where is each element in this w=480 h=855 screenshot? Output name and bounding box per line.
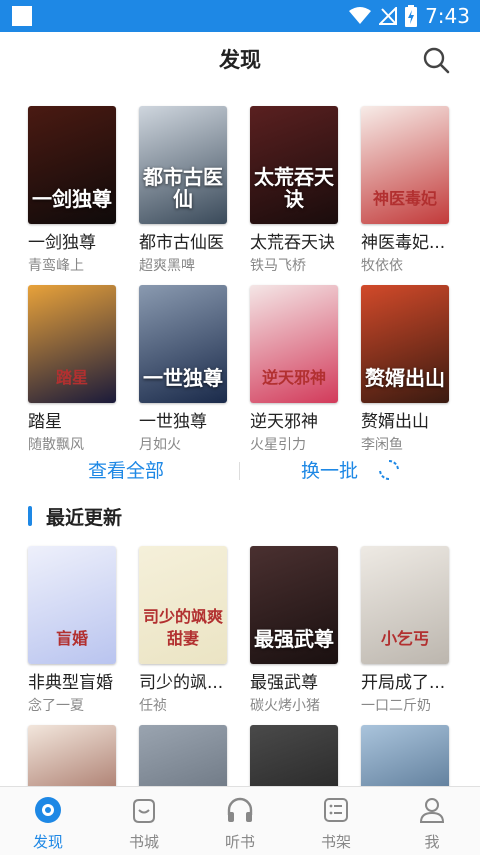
section-title: 最近更新 [46,506,123,529]
book-card[interactable]: 最强武尊 最强武尊 碳火烤小猪 [250,546,338,715]
featured-book-grid: 一剑独尊 一剑独尊 青鸾峰上 都市古医仙 都市古仙医 超爽黑啤 太荒吞天诀 太荒吞天诀 铁马飞桥… [28,106,460,454]
book-author: 牧依依 [361,258,403,274]
book-title: 开局成了... [361,673,446,693]
book-title: 都市古仙医 [139,233,224,253]
book-card[interactable]: 都市古医仙都市古仙医超爽黑啤 [139,106,227,275]
book-title: 一剑独尊 [28,233,96,253]
status-time: 7:43 [425,4,470,28]
headphones-icon [227,797,253,822]
notification-icon [12,6,32,26]
book-card[interactable]: 司少的飒爽甜妻司少的飒... 任祯 [139,546,227,715]
cover-title-art: 最强武尊 [254,627,334,651]
cover-title-art: 赘婿出山 [365,366,445,390]
book-cover[interactable]: 小乞丐 [361,546,449,664]
status-icons: 7:43 [349,4,470,28]
tab-label: 书架 [320,833,351,851]
book-card[interactable]: 盲婚非典型盲婚念了一夏 [28,546,116,715]
cover-title-art: 逆天邪神 [261,368,326,387]
book-cover[interactable]: 一剑独尊 [28,106,116,224]
tab-compass[interactable]: 发现 [0,787,96,855]
book-card[interactable]: 小乞丐开局成了... 一口二斤奶 [361,546,449,715]
book-title: 赘婿出山 [361,412,429,432]
book-title: 逆天邪神 [250,412,318,432]
book-cover[interactable]: 神医毒妃 [361,106,449,224]
tab-label: 书城 [128,833,159,851]
book-author: 碳火烤小猪 [250,698,320,714]
cover-title-art: 神医毒妃 [372,189,437,208]
book-card[interactable]: 一剑独尊 一剑独尊 青鸾峰上 [28,106,116,275]
book-card[interactable]: 逆天邪神 逆天邪神 火星引力 [250,285,338,454]
top-app-bar: 发现 [0,32,480,88]
book-cover[interactable]: 一世独尊 [139,285,227,403]
book-title: 司少的飒... [139,673,224,693]
book-card[interactable]: 太荒吞天诀 太荒吞天诀 铁马飞桥 [250,106,338,275]
search-icon[interactable] [422,46,450,74]
cover-title-art: 小乞丐 [380,629,429,648]
tab-label: 听书 [224,833,255,851]
book-author: 念了一夏 [28,698,84,714]
user-icon [419,798,445,823]
book-cover[interactable]: 赘婿出山 [361,285,449,403]
cover-title-art: 盲婚 [55,629,88,648]
status-bar: 7:43 [0,0,480,32]
book-cover[interactable]: 盲婚 [28,546,116,664]
bottom-tab-bar: 发现 书城 听书 书架 我 [0,786,480,855]
cover-title-art: 都市古医仙 [143,165,223,211]
tab-bag[interactable]: 书城 [96,787,192,855]
cover-title-art: 一剑独尊 [32,187,112,211]
refresh-batch-label: 换一批 [301,460,359,482]
tab-label: 发现 [32,833,63,851]
recent-updates-header: 最近更新 [28,500,122,532]
book-author: 超爽黑啤 [139,258,195,274]
refresh-batch-button[interactable]: 换一批 [301,456,400,483]
compass-icon [35,797,61,823]
section-accent-bar [28,506,32,526]
book-card[interactable]: 神医毒妃神医毒妃... 牧依依 [361,106,449,275]
book-cover[interactable]: 都市古医仙 [139,106,227,224]
battery-charging-icon [405,5,418,27]
signal-off-icon [379,7,398,25]
book-card[interactable]: 踏星 踏星 随散飘风 [28,285,116,454]
wifi-icon [349,7,372,24]
book-author: 青鸾峰上 [28,258,84,274]
book-cover[interactable]: 逆天邪神 [250,285,338,403]
book-title: 一世独尊 [139,412,207,432]
view-all-link[interactable]: 查看全部 [88,456,164,483]
book-cover[interactable]: 踏星 [28,285,116,403]
book-cover[interactable]: 最强武尊 [250,546,338,664]
cover-title-art: 一世独尊 [143,366,223,390]
cover-title-art: 司少的飒爽甜妻 [142,607,223,648]
featured-actions: 查看全部 换一批 [0,450,480,490]
book-author: 铁马飞桥 [250,258,306,274]
tab-headphones[interactable]: 听书 [192,787,288,855]
cover-title-art: 踏星 [55,368,88,387]
book-card[interactable]: 赘婿出山 赘婿出山 李闲鱼 [361,285,449,454]
book-title: 踏星 [28,412,62,432]
actions-divider [239,462,240,480]
book-author: 一口二斤奶 [361,698,431,714]
book-title: 非典型盲婚 [28,673,113,693]
book-title: 太荒吞天诀 [250,233,335,253]
book-cover[interactable]: 司少的飒爽甜妻 [139,546,227,664]
refresh-icon [379,460,400,480]
book-author: 任祯 [139,698,167,714]
bag-icon [133,799,155,823]
page-title: 发现 [219,48,261,72]
book-cover[interactable]: 太荒吞天诀 [250,106,338,224]
tab-label: 我 [424,833,440,851]
book-title: 神医毒妃... [361,233,446,253]
shelf-icon [324,798,348,822]
cover-title-art: 太荒吞天诀 [254,165,334,211]
book-card[interactable]: 一世独尊 一世独尊 月如火 [139,285,227,454]
tab-shelf[interactable]: 书架 [288,787,384,855]
book-title: 最强武尊 [250,673,318,693]
tab-user[interactable]: 我 [384,787,480,855]
